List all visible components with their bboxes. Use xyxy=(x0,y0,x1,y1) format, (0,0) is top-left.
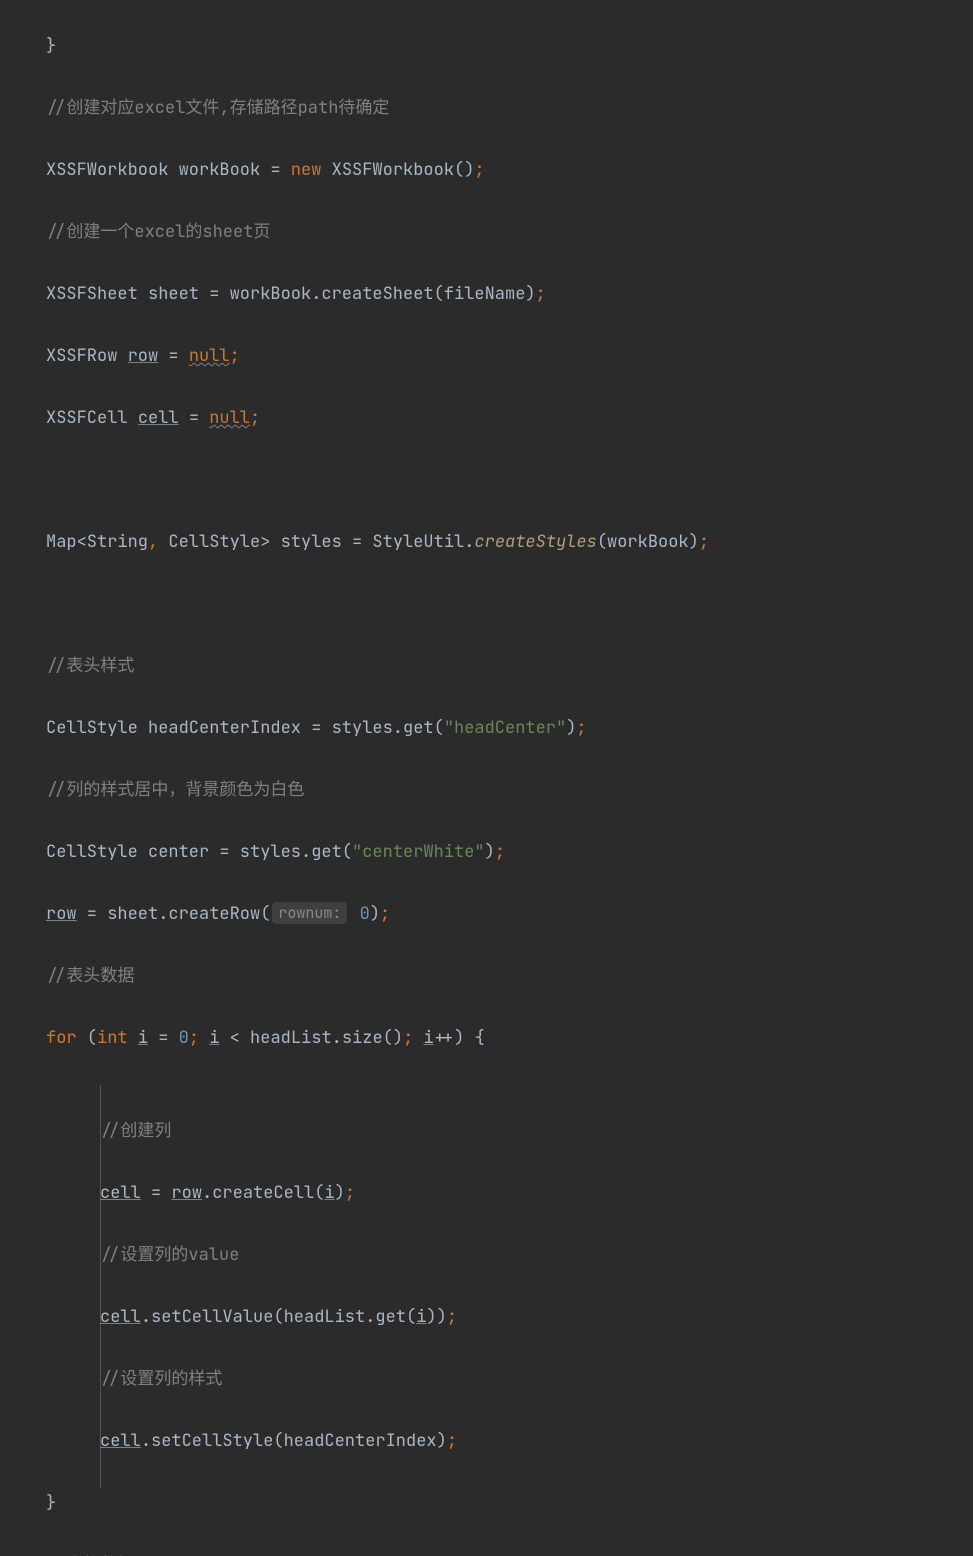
comment: //设置列的value xyxy=(100,1244,239,1266)
code-line: XSSFWorkbook workBook = new XSSFWorkbook… xyxy=(46,155,973,186)
comment: //创建一个excel的sheet页 xyxy=(46,221,270,243)
code-line: } xyxy=(46,1488,973,1519)
var-cell: cell xyxy=(100,1182,141,1204)
code-line: CellStyle headCenterIndex = styles.get("… xyxy=(46,713,973,744)
code-line: //表头样式 xyxy=(46,651,973,682)
code-line: for (int i = 0; i < headList.size(); i++… xyxy=(46,1023,973,1054)
code-line: cell.setCellValue(headList.get(i)); xyxy=(46,1302,973,1333)
close-brace: } xyxy=(46,35,56,57)
var-i: i xyxy=(138,1027,148,1049)
var-row: row xyxy=(171,1182,202,1204)
var-row: row xyxy=(46,903,77,925)
code-line: } xyxy=(46,31,973,62)
comment: //设置列的样式 xyxy=(100,1368,222,1390)
code-line: XSSFCell cell = null; xyxy=(46,403,973,434)
code-editor[interactable]: } //创建对应excel文件,存储路径path待确定 XSSFWorkbook… xyxy=(0,0,973,1556)
var-cell: cell xyxy=(100,1306,141,1328)
string-literal: "headCenter" xyxy=(444,717,566,739)
close-brace: } xyxy=(46,1492,56,1514)
code-line: cell.setCellStyle(headCenterIndex); xyxy=(46,1426,973,1457)
for-body: //创建列 cell = row.createCell(i); //设置列的va… xyxy=(46,1085,973,1488)
code-line: cell = row.createCell(i); xyxy=(46,1178,973,1209)
code-line: //创建一个excel的sheet页 xyxy=(46,217,973,248)
code-line: XSSFRow row = null; xyxy=(46,341,973,372)
static-method: createStyles xyxy=(474,531,596,553)
code-line: CellStyle center = styles.get("centerWhi… xyxy=(46,837,973,868)
var-i: i xyxy=(209,1027,219,1049)
number-literal: 0 xyxy=(349,903,369,925)
blank-line xyxy=(46,465,973,496)
var-i: i xyxy=(416,1306,426,1328)
code-line: //创建对应excel文件,存储路径path待确定 xyxy=(46,93,973,124)
var-row: row xyxy=(128,345,159,367)
code-text: XSSFWorkbook workBook xyxy=(46,159,270,181)
keyword-null: null xyxy=(209,407,250,429)
string-literal: "centerWhite" xyxy=(352,841,485,863)
comment: //创建对应excel文件,存储路径path待确定 xyxy=(46,97,389,119)
code-line: XSSFSheet sheet = workBook.createSheet(f… xyxy=(46,279,973,310)
code-line: //表头数据 xyxy=(46,961,973,992)
comment: //表头数据 xyxy=(46,965,134,987)
code-line: Map<String, CellStyle> styles = StyleUti… xyxy=(46,527,973,558)
param-hint: rownum: xyxy=(272,902,347,924)
code-line: //设置列的样式 xyxy=(46,1364,973,1395)
code-line: //设置列的value xyxy=(46,1240,973,1271)
code-line: //表格数据 xyxy=(46,1550,973,1556)
code-line: //列的样式居中，背景颜色为白色 xyxy=(46,775,973,806)
blank-line xyxy=(46,589,973,620)
keyword-null: null xyxy=(189,345,230,367)
var-cell: cell xyxy=(138,407,179,429)
comment: //列的样式居中，背景颜色为白色 xyxy=(46,779,304,801)
comment: //表头样式 xyxy=(46,655,134,677)
code-line: row = sheet.createRow(rownum: 0); xyxy=(46,899,973,930)
var-i: i xyxy=(423,1027,433,1049)
comment: //表格数据 xyxy=(46,1554,134,1556)
keyword-for: for xyxy=(46,1027,77,1049)
var-i: i xyxy=(324,1182,334,1204)
comment: //创建列 xyxy=(100,1120,171,1142)
code-line: //创建列 xyxy=(46,1116,973,1147)
number-literal: 0 xyxy=(179,1027,189,1049)
keyword-new: new xyxy=(291,159,322,181)
var-cell: cell xyxy=(100,1430,141,1452)
keyword-int: int xyxy=(97,1027,128,1049)
